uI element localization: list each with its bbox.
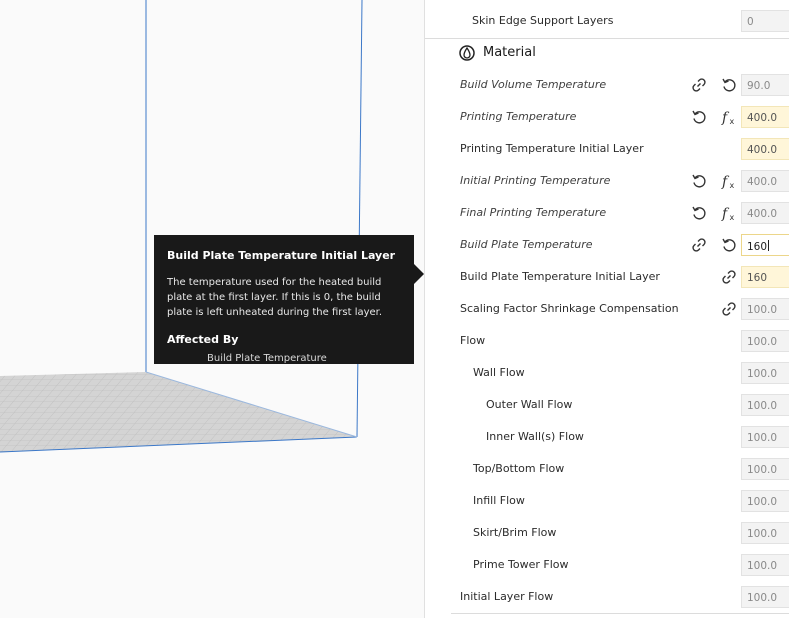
setting-label: Build Volume Temperature (460, 78, 607, 91)
setting-label: Inner Wall(s) Flow (486, 430, 584, 443)
setting-value-field[interactable]: 100.0 (741, 522, 789, 544)
setting-row-skin-edge-support-layers[interactable]: Skin Edge Support Layers 0 (425, 5, 789, 37)
setting-value-field[interactable]: 100.0 (741, 554, 789, 576)
setting-row-initial-layer-flow[interactable]: Initial Layer Flow 100.0 (425, 581, 789, 613)
setting-value-field[interactable]: 100.0 (741, 362, 789, 384)
setting-value-field[interactable]: 400.0 (741, 202, 789, 224)
setting-row-initial-printing-temperature[interactable]: Initial Printing Temperature f x 400.0 (425, 165, 789, 197)
setting-row-printing-temperature-initial-layer[interactable]: Printing Temperature Initial Layer 400.0 (425, 133, 789, 165)
setting-label: Skin Edge Support Layers (472, 14, 614, 27)
function-icon[interactable]: fx (720, 108, 738, 126)
reset-icon[interactable] (690, 204, 708, 222)
setting-tooltip: Build Plate Temperature Initial Layer Th… (154, 235, 414, 364)
setting-value-field[interactable]: 100.0 (741, 490, 789, 512)
tooltip-description: The temperature used for the heated buil… (167, 277, 383, 318)
tooltip-affected-by: Affected By (167, 333, 239, 346)
setting-label: Prime Tower Flow (473, 558, 569, 571)
setting-value-field[interactable]: 100.0 (741, 394, 789, 416)
setting-row-final-printing-temperature[interactable]: Final Printing Temperature f x 400.0 (425, 197, 789, 229)
section-material[interactable]: Material (425, 38, 789, 69)
link-icon[interactable] (690, 236, 708, 254)
tooltip-arrow (414, 264, 424, 284)
tooltip-affected-item: Build Plate Temperature (207, 353, 327, 364)
tooltip-title: Build Plate Temperature Initial Layer (167, 249, 396, 262)
setting-row-build-plate-temperature[interactable]: Build Plate Temperature 160 (425, 229, 789, 261)
setting-row-printing-temperature[interactable]: Printing Temperature f x 400.0 (425, 101, 789, 133)
setting-value-field[interactable]: 100.0 (741, 330, 789, 352)
setting-label: Initial Layer Flow (460, 590, 554, 603)
function-icon[interactable]: fx (720, 172, 738, 190)
setting-label: Printing Temperature (460, 110, 577, 123)
link-icon[interactable] (690, 76, 708, 94)
panel-divider (451, 613, 789, 614)
setting-row-build-plate-temperature-initial-layer[interactable]: Build Plate Temperature Initial Layer 160 (425, 261, 789, 293)
setting-row-scaling-factor-shrinkage-compensation[interactable]: Scaling Factor Shrinkage Compensation 100… (425, 293, 789, 325)
text-cursor (768, 240, 770, 251)
material-icon (458, 44, 476, 62)
reset-icon[interactable] (720, 236, 738, 254)
setting-label: Outer Wall Flow (486, 398, 573, 411)
setting-label: Build Plate Temperature Initial Layer (460, 270, 660, 283)
reset-icon[interactable] (720, 76, 738, 94)
setting-label: Infill Flow (473, 494, 525, 507)
function-icon[interactable]: fx (720, 204, 738, 222)
setting-row-inner-wall-s-flow[interactable]: Inner Wall(s) Flow 100.0 (425, 421, 789, 453)
setting-value-field[interactable]: 90.0 (741, 74, 789, 96)
setting-label: Initial Printing Temperature (460, 174, 611, 187)
setting-label: Build Plate Temperature (460, 238, 593, 251)
setting-row-wall-flow[interactable]: Wall Flow 100.0 (425, 357, 789, 389)
svg-text:x: x (730, 213, 735, 222)
reset-icon[interactable] (690, 172, 708, 190)
setting-row-infill-flow[interactable]: Infill Flow 100.0 (425, 485, 789, 517)
setting-label: Final Printing Temperature (460, 206, 607, 219)
link-icon[interactable] (720, 268, 738, 286)
setting-row-top-bottom-flow[interactable]: Top/Bottom Flow 100.0 (425, 453, 789, 485)
setting-value-field[interactable]: 100.0 (741, 586, 789, 608)
setting-value-field[interactable]: 400.0 (741, 138, 789, 160)
setting-value-field[interactable]: 100.0 (741, 458, 789, 480)
setting-label: Wall Flow (473, 366, 525, 379)
setting-label: Top/Bottom Flow (473, 462, 565, 475)
setting-label: Printing Temperature Initial Layer (460, 142, 644, 155)
setting-row-outer-wall-flow[interactable]: Outer Wall Flow 100.0 (425, 389, 789, 421)
print-settings-panel: Skin Edge Support Layers 0 Material Buil… (424, 0, 789, 618)
setting-label: Skirt/Brim Flow (473, 526, 557, 539)
svg-text:x: x (730, 181, 735, 190)
setting-label: Flow (460, 334, 486, 347)
setting-value-field[interactable]: 400.0 (741, 170, 789, 192)
section-title: Material (483, 45, 536, 60)
setting-value-field[interactable]: 100.0 (741, 298, 789, 320)
setting-label: Scaling Factor Shrinkage Compensation (460, 302, 679, 315)
setting-value-field[interactable]: 100.0 (741, 426, 789, 448)
volume-edge-right (356, 0, 363, 438)
link-icon[interactable] (720, 300, 738, 318)
setting-value-field[interactable]: 400.0 (741, 106, 789, 128)
setting-row-flow[interactable]: Flow 100.0 (425, 325, 789, 357)
reset-icon[interactable] (690, 108, 708, 126)
setting-value-field[interactable]: 160 (741, 266, 789, 288)
setting-value-field[interactable]: 0 (741, 10, 789, 32)
setting-row-skirt-brim-flow[interactable]: Skirt/Brim Flow 100.0 (425, 517, 789, 549)
setting-row-build-volume-temperature[interactable]: Build Volume Temperature 90.0 (425, 69, 789, 101)
setting-value-field[interactable]: 160 (741, 234, 789, 256)
setting-row-prime-tower-flow[interactable]: Prime Tower Flow 100.0 (425, 549, 789, 581)
svg-text:x: x (730, 117, 735, 126)
